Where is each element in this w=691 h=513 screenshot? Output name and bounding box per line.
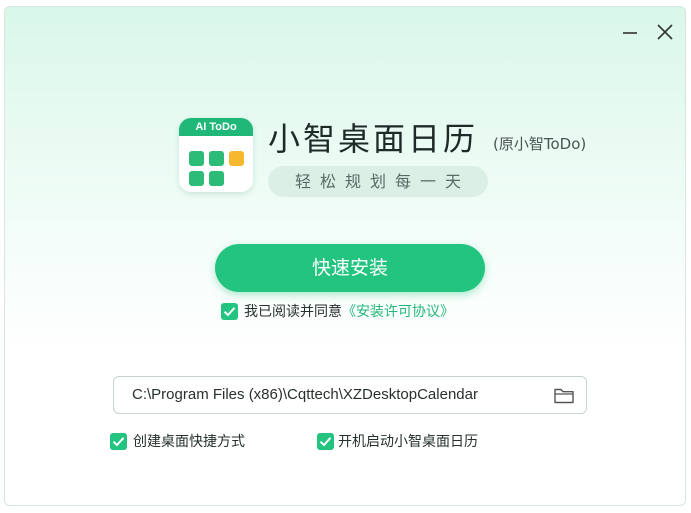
- agreement-checkbox[interactable]: [221, 303, 238, 320]
- checkmark-icon: [112, 437, 125, 447]
- minimize-button[interactable]: [619, 21, 641, 43]
- checkmark-icon: [223, 307, 236, 317]
- close-button[interactable]: [654, 21, 676, 43]
- app-title: 小智桌面日历: [268, 120, 479, 158]
- logo-badge-text: AI ToDo: [179, 118, 253, 136]
- agreement-prefix: 我已阅读并同意: [244, 304, 342, 320]
- autostart-label: 开机启动小智桌面日历: [338, 434, 478, 450]
- folder-icon[interactable]: [553, 385, 575, 405]
- agreement-label: 我已阅读并同意《安装许可协议》: [244, 303, 454, 321]
- minimize-icon: [623, 32, 637, 34]
- app-logo: AI ToDo: [179, 118, 253, 192]
- installer-window: AI ToDo 小智桌面日历 (原小智ToDo) 轻松规划每一天 快速安装 我已…: [4, 6, 686, 506]
- close-icon: [657, 24, 673, 40]
- install-path-field[interactable]: [113, 376, 587, 414]
- app-subtitle: (原小智ToDo): [493, 135, 587, 153]
- quick-install-button[interactable]: 快速安装: [215, 244, 485, 292]
- desktop-shortcut-label: 创建桌面快捷方式: [133, 434, 245, 450]
- license-agreement-link[interactable]: 《安装许可协议》: [342, 304, 454, 320]
- autostart-checkbox[interactable]: [317, 433, 334, 450]
- app-tagline: 轻松规划每一天: [268, 166, 488, 197]
- install-path-input[interactable]: [132, 377, 542, 413]
- desktop-shortcut-checkbox[interactable]: [110, 433, 127, 450]
- checkmark-icon: [319, 437, 332, 447]
